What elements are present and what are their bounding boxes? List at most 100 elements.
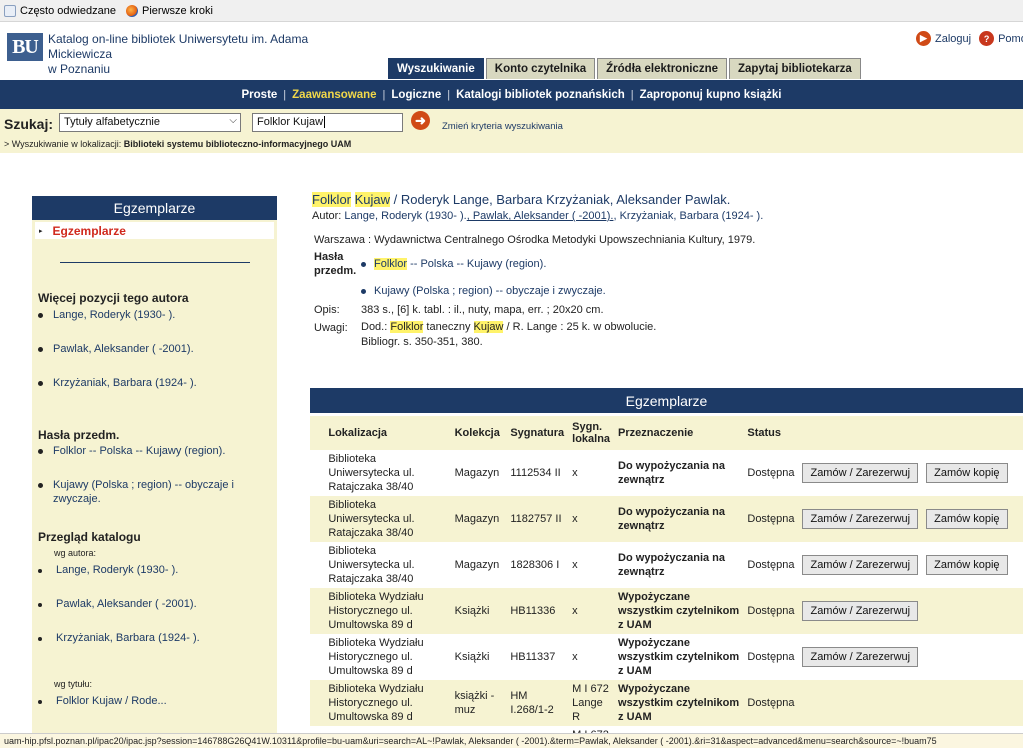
chevron-down-icon: ⌵ <box>229 115 237 126</box>
cell-collection: Magazyn <box>450 450 507 496</box>
cell-status: Dostępna <box>743 588 799 634</box>
nav-suggest-purchase[interactable]: Zaproponuj kupno książki <box>634 89 788 101</box>
cell-status: Dostępna <box>743 450 799 496</box>
bookmark-page-icon <box>4 4 16 17</box>
column-header: Kolekcja <box>450 416 507 450</box>
column-header: Przeznaczenie <box>614 416 744 450</box>
sidebar-divider <box>59 262 250 263</box>
cell-collection: Magazyn <box>450 542 507 588</box>
cell-purpose: Wypożyczane wszystkim czytelnikom z UAM <box>614 680 744 726</box>
bullet-icon: ▸ <box>39 227 43 235</box>
search-input-value: Folklor Kujaw <box>257 116 324 128</box>
university-logo[interactable]: BU <box>7 33 43 61</box>
browse-catalog-heading: Przegląd katalogu <box>38 530 141 544</box>
subjects-label: Hasła przedm. <box>314 251 357 277</box>
column-header: Sygn. lokalna <box>568 416 615 450</box>
cell-collection: Książki <box>450 634 507 680</box>
help-icon: ? <box>979 31 995 46</box>
bookmark-label: Pierwsze kroki <box>142 4 213 17</box>
order-copy-button[interactable]: Zamów kopię <box>926 509 1008 529</box>
cell-purpose: Wypożyczane wszystkim czytelnikom z UAM <box>614 588 744 634</box>
cell-status: Dostępna <box>743 542 799 588</box>
column-header: Lokalizacja <box>324 416 451 450</box>
cell-signature: 1182757 II <box>506 496 569 542</box>
browse-by-title-label: wg tytułu: <box>54 679 93 689</box>
reserve-button[interactable]: Zamów / Zarezerwuj <box>802 509 919 529</box>
author-link[interactable]: Lange, Roderyk (1930- ). <box>344 210 466 222</box>
sidebar: Egzemplarze ▸ Egzemplarze Więcej pozycji… <box>32 196 277 736</box>
copies-section: Egzemplarze Lokalizacja Kolekcja Sygnatu… <box>310 388 1023 748</box>
search-go-button[interactable]: ➜ <box>411 111 430 130</box>
sidebar-subject-link[interactable]: Folklor -- Polska -- Kujawy (region). <box>32 444 277 458</box>
site-header: BU Katalog on-line bibliotek Uniwersytet… <box>0 22 1023 80</box>
cell-signature: 1828306 I <box>506 542 569 588</box>
subject-link[interactable]: Kujawy (Polska ; region) -- obyczaje i z… <box>361 285 606 297</box>
reserve-button[interactable]: Zamów / Zarezerwuj <box>802 463 919 483</box>
author-link[interactable]: , Pawlak, Aleksander ( -2001). <box>467 210 614 222</box>
sidebar-author-link[interactable]: Krzyżaniak, Barbara (1924- ). <box>32 376 277 390</box>
cell-purpose: Do wypożyczania na zewnątrz <box>614 496 744 542</box>
search-label: Szukaj: <box>4 116 54 132</box>
browse-author-link[interactable]: Lange, Roderyk (1930- ). <box>32 563 277 577</box>
order-copy-button[interactable]: Zamów kopię <box>926 555 1008 575</box>
cell-purpose: Do wypożyczania na zewnątrz <box>614 450 744 496</box>
search-bar: Szukaj: Tytuły alfabetycznie ⌵ Folklor K… <box>0 109 1023 153</box>
search-input[interactable]: Folklor Kujaw <box>252 113 403 132</box>
main-tabs: Wyszukiwanie Konto czytelnika Źródła ele… <box>388 58 863 79</box>
bookmarks-toolbar: Często odwiedzane Pierwsze kroki <box>0 0 1023 22</box>
author-link[interactable]: , Krzyżaniak, Barbara (1924- ). <box>613 210 763 222</box>
sidebar-subject-link[interactable]: Kujawy (Polska ; region) -- obyczaje i z… <box>32 478 252 506</box>
browse-author-link[interactable]: Pawlak, Aleksander ( -2001). <box>32 597 277 611</box>
cell-status: Dostępna <box>743 634 799 680</box>
cell-local-signature: x <box>568 450 615 496</box>
cell-local-signature: x <box>568 542 615 588</box>
record-publication: Warszawa : Wydawnictwa Centralnego Ośrod… <box>314 234 756 246</box>
tab-electronic-sources[interactable]: Źródła elektroniczne <box>597 58 727 79</box>
table-row: Biblioteka Uniwersytecka ul. Ratajczaka … <box>310 450 1023 496</box>
search-location: > Wyszukiwanie w lokalizacji: Biblioteki… <box>4 139 351 149</box>
bookmark-most-visited[interactable]: Często odwiedzane <box>4 4 117 17</box>
browse-by-author-label: wg autora: <box>54 548 97 558</box>
browse-title-link[interactable]: Folklor Kujaw / Rode... <box>32 694 277 708</box>
author-label: Autor: <box>312 210 342 222</box>
record-title[interactable]: Folklor Kujaw / Roderyk Lange, Barbara K… <box>312 192 1023 207</box>
help-link[interactable]: Pomoc <box>998 33 1023 45</box>
subject-link[interactable]: Folklor -- Polska -- Kujawy (region). <box>361 258 546 270</box>
nav-poznan-catalogs[interactable]: Katalogi bibliotek poznańskich <box>450 89 631 101</box>
order-copy-button[interactable]: Zamów kopię <box>926 463 1008 483</box>
sidebar-author-link[interactable]: Lange, Roderyk (1930- ). <box>32 308 277 322</box>
nav-simple[interactable]: Proste <box>236 89 284 101</box>
sidebar-author-link[interactable]: Pawlak, Aleksander ( -2001). <box>32 342 277 356</box>
reserve-button[interactable]: Zamów / Zarezerwuj <box>802 601 919 621</box>
table-row: Biblioteka Wydziału Historycznego ul. Um… <box>310 588 1023 634</box>
copies-table: Lokalizacja Kolekcja Sygnatura Sygn. lok… <box>310 416 1023 748</box>
table-row: Biblioteka Wydziału Historycznego ul. Um… <box>310 680 1023 726</box>
tab-search[interactable]: Wyszukiwanie <box>388 58 484 79</box>
column-header: Status <box>743 416 799 450</box>
bookmark-getting-started[interactable]: Pierwsze kroki <box>126 4 213 17</box>
subjects-heading: Hasła przedm. <box>38 428 120 442</box>
sidebar-header: Egzemplarze <box>32 196 277 220</box>
nav-boolean[interactable]: Logiczne <box>385 89 447 101</box>
reserve-button[interactable]: Zamów / Zarezerwuj <box>802 647 919 667</box>
nav-advanced[interactable]: Zaawansowane <box>286 89 382 101</box>
notes-label: Uwagi: <box>314 322 348 334</box>
login-link[interactable]: Zaloguj <box>935 33 971 45</box>
cell-collection: książki - muz <box>450 680 507 726</box>
tab-reader-account[interactable]: Konto czytelnika <box>485 58 596 79</box>
record-details: Folklor Kujaw / Roderyk Lange, Barbara K… <box>312 192 1023 348</box>
search-location-value: Biblioteki systemu biblioteczno-informac… <box>123 139 352 149</box>
site-title-line2: w Poznaniu <box>48 62 111 76</box>
table-row: Biblioteka Uniwersytecka ul. Ratajczaka … <box>310 542 1023 588</box>
user-links: ▶ Zaloguj ? Pomoc <box>916 31 1023 46</box>
reserve-button[interactable]: Zamów / Zarezerwuj <box>802 555 919 575</box>
change-criteria-link[interactable]: Zmień kryteria wyszukiwania <box>442 121 563 132</box>
cell-signature: 1112534 II <box>506 450 569 496</box>
tab-ask-librarian[interactable]: Zapytaj bibliotekarza <box>729 58 861 79</box>
search-type-select[interactable]: Tytuły alfabetycznie ⌵ <box>59 113 241 132</box>
cell-location: Biblioteka Wydziału Historycznego ul. Um… <box>324 634 451 680</box>
bookmark-label: Często odwiedzane <box>20 4 117 17</box>
cell-location: Biblioteka Uniwersytecka ul. Ratajczaka … <box>324 542 451 588</box>
sidebar-item-copies[interactable]: ▸ Egzemplarze <box>35 222 274 239</box>
browse-author-link[interactable]: Krzyżaniak, Barbara (1924- ). <box>32 631 277 645</box>
